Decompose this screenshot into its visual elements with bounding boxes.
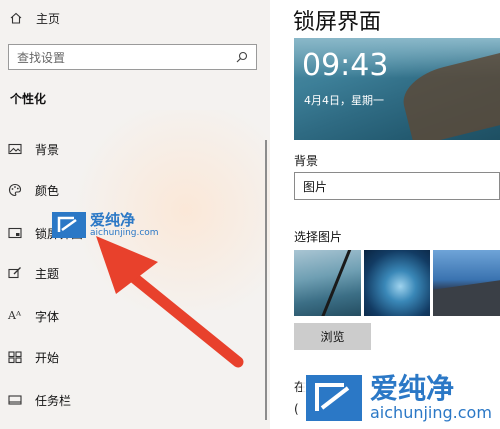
sidebar-item-label: 主题 bbox=[35, 266, 60, 281]
sidebar-background-glow bbox=[60, 110, 270, 310]
sidebar-scrollbar[interactable] bbox=[265, 140, 267, 420]
watermark-large: 爱纯净 aichunjing.com bbox=[302, 372, 496, 424]
search-icon[interactable] bbox=[236, 51, 248, 63]
home-icon bbox=[10, 12, 22, 24]
watermark-en-text: aichunjing.com bbox=[90, 228, 159, 238]
picture-thumbnail-3[interactable] bbox=[433, 250, 500, 316]
browse-button[interactable]: 浏览 bbox=[294, 323, 371, 350]
background-type-value: 图片 bbox=[303, 179, 328, 194]
theme-brush-icon bbox=[8, 266, 22, 280]
settings-sidebar: 主页 查找设置 个性化 背景 颜色 锁屏界面 主题 Aᴬ 字体 bbox=[0, 0, 270, 429]
home-label: 主页 bbox=[36, 11, 61, 26]
font-icon: Aᴬ bbox=[8, 309, 21, 322]
partial-text-2: ( bbox=[294, 402, 299, 416]
sidebar-item-taskbar[interactable]: 任务栏 bbox=[8, 389, 71, 411]
watermark-cn-text: 爱纯净 bbox=[90, 211, 136, 229]
pane-divider bbox=[272, 0, 276, 429]
choose-picture-label: 选择图片 bbox=[294, 230, 343, 244]
picture-thumbnail-1[interactable] bbox=[294, 250, 361, 316]
watermark-logo-icon bbox=[306, 375, 362, 421]
page-title: 锁屏界面 bbox=[293, 10, 382, 35]
home-nav-item[interactable]: 主页 bbox=[10, 6, 60, 30]
background-label: 背景 bbox=[294, 154, 319, 168]
sidebar-item-label: 任务栏 bbox=[35, 393, 72, 408]
watermark-small: 爱纯净 aichunjing.com bbox=[52, 212, 159, 238]
lock-screen-icon bbox=[8, 226, 22, 240]
preview-date: 4月4日，星期一 bbox=[304, 94, 384, 107]
picture-thumbnail-2[interactable] bbox=[364, 250, 430, 316]
watermark-logo-icon bbox=[52, 212, 86, 238]
preview-time: 09:43 bbox=[302, 48, 389, 83]
sidebar-item-background[interactable]: 背景 bbox=[8, 138, 59, 160]
sidebar-item-themes[interactable]: 主题 bbox=[8, 262, 59, 284]
start-grid-icon bbox=[8, 350, 22, 364]
image-icon bbox=[8, 142, 22, 156]
sidebar-item-fonts[interactable]: Aᴬ 字体 bbox=[8, 305, 59, 327]
watermark-cn-text: 爱纯净 bbox=[370, 372, 455, 405]
search-input[interactable]: 查找设置 bbox=[8, 44, 257, 70]
sidebar-item-label: 字体 bbox=[35, 309, 60, 324]
background-type-select[interactable]: 图片 bbox=[294, 172, 500, 200]
palette-icon bbox=[8, 183, 22, 197]
lock-screen-preview: 09:43 4月4日，星期一 bbox=[294, 38, 500, 140]
sidebar-item-start[interactable]: 开始 bbox=[8, 346, 59, 368]
sidebar-item-label: 背景 bbox=[35, 142, 60, 157]
sidebar-item-label: 颜色 bbox=[35, 183, 60, 198]
sidebar-item-label: 开始 bbox=[35, 350, 60, 365]
section-title-personalization: 个性化 bbox=[10, 92, 47, 106]
search-placeholder: 查找设置 bbox=[17, 50, 66, 65]
sidebar-item-colors[interactable]: 颜色 bbox=[8, 179, 59, 201]
watermark-en-text: aichunjing.com bbox=[370, 403, 492, 422]
taskbar-icon bbox=[8, 393, 22, 407]
